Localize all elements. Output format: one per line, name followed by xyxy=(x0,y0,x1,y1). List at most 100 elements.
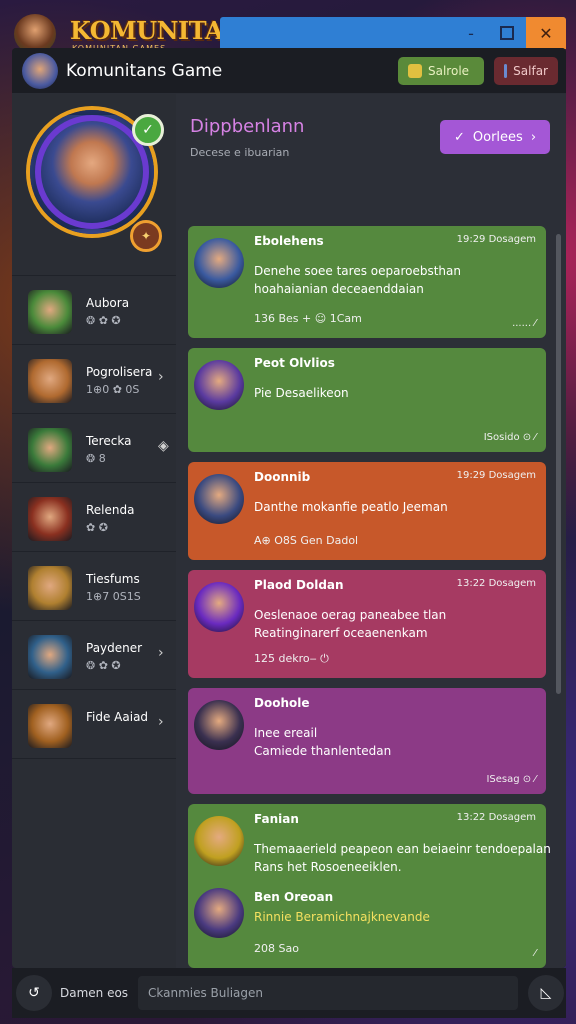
feed-actions[interactable]: ISosido ⊙ ⁄ xyxy=(484,432,536,443)
feed-meta: 208 Sao xyxy=(254,942,299,955)
friend-name: Terecka xyxy=(86,434,132,448)
chevron-right-icon[interactable]: › xyxy=(158,369,164,385)
app-header: Komunitans Game Salrole Salfar xyxy=(12,48,566,94)
feed-time: 19:29 Dosagem xyxy=(456,234,536,245)
feed-avatar xyxy=(194,474,244,524)
feed-actions[interactable]: ⁄ xyxy=(534,948,536,959)
friend-avatar xyxy=(28,428,72,472)
logo-text: KOMUNITAN xyxy=(70,16,245,45)
feed-text-line1: Oeslenaoe oerag paneabee tlan xyxy=(254,608,447,622)
app-window: Komunitans Game Salrole Salfar ✓ ✦ Aubor… xyxy=(12,48,566,968)
close-button[interactable]: ✕ xyxy=(526,17,566,49)
feed-text-line1: Denehe soee tares oeparoebsthan xyxy=(254,264,461,278)
feed-avatar xyxy=(194,582,244,632)
feed-text-line2: hoahaianian deceaenddaian xyxy=(254,282,424,296)
friend-item[interactable]: Tiesfums 1⊕7 0S1S xyxy=(12,552,176,621)
friend-item[interactable]: Terecka ❂ 8 ◈ xyxy=(12,414,176,483)
friend-status: ✿ ✪ xyxy=(86,521,108,534)
page-subtitle: Decese e ibuarian xyxy=(190,146,290,159)
friend-avatar xyxy=(28,359,72,403)
friend-item[interactable]: Relenda ✿ ✪ xyxy=(12,483,176,552)
feed-time: 13:22 Dosagem xyxy=(456,578,536,589)
feed-author: Plaod Doldan xyxy=(254,578,344,592)
chevron-right-icon[interactable]: › xyxy=(158,714,164,730)
feed-avatar xyxy=(194,238,244,288)
header-red-button[interactable]: Salfar xyxy=(494,57,558,85)
maximize-button[interactable] xyxy=(488,17,526,49)
feed-author: Ebolehens xyxy=(254,234,324,248)
friend-status: ❂ ✿ ✪ xyxy=(86,659,121,672)
friend-name: Fide Aaiad xyxy=(86,710,149,724)
window-titlebar: - ✕ xyxy=(220,17,566,49)
feed-author: Doonnib xyxy=(254,470,311,484)
feed-text-line2: Reatinginarerf oceaenenkam xyxy=(254,626,428,640)
bottom-label: Damen eos xyxy=(60,986,129,1000)
feed-text-line1: Danthe mokanfie peatlo Jeeman xyxy=(254,500,448,514)
header-green-button[interactable]: Salrole xyxy=(398,57,484,85)
feed-text-line2: Camiede thanlentedan xyxy=(254,744,392,758)
feed-text-line1: Inee ereail xyxy=(254,726,318,740)
feed-avatar xyxy=(194,888,244,938)
feed-author-2: Ben Oreoan xyxy=(254,890,334,904)
friend-avatar xyxy=(28,704,72,748)
feed-author: Peot Olvlios xyxy=(254,356,335,370)
feed-text-line3: Rinnie Beramichnajknevande xyxy=(254,910,430,924)
gem-icon xyxy=(504,64,508,78)
send-icon[interactable]: ◺ xyxy=(528,975,564,1011)
feed-author: Fanian xyxy=(254,812,299,826)
friend-status: ❂ ✿ ✪ xyxy=(86,314,121,327)
message-input[interactable]: Ckanmies Buliagen xyxy=(138,976,518,1010)
feed-avatar xyxy=(194,816,244,866)
feed-author: Doohole xyxy=(254,696,310,710)
check-icon: ✓ xyxy=(453,129,465,145)
feed-text-line1: Pie Desaelikeon xyxy=(254,386,349,400)
friend-item[interactable]: Aubora ❂ ✿ ✪ xyxy=(12,276,176,345)
friend-status: ❂ 8 xyxy=(86,452,106,465)
feed-card[interactable]: Fanian 13:22 Dosagem Themaaerield peapeon … xyxy=(188,804,551,968)
feed-card[interactable]: Ebolehens 19:29 Dosagem Denehe soee tares … xyxy=(188,226,546,338)
feed-meta: 136 Bes + ☺ 1Cam xyxy=(254,312,362,325)
chevron-right-icon[interactable]: ◈ xyxy=(158,438,169,454)
friend-name: Pogrolisera xyxy=(86,365,153,379)
sidebar: ✓ ✦ Aubora ❂ ✿ ✪ Pogrolisera 1⊕0 ✿ 0S › Terec… xyxy=(12,94,176,968)
friend-avatar xyxy=(28,497,72,541)
feed-card[interactable]: Plaod Doldan 13:22 Dosagem Oeslenaoe oerag… xyxy=(188,570,546,678)
rank-badge-icon: ✦ xyxy=(130,220,162,252)
friend-avatar xyxy=(28,635,72,679)
header-red-label: Salfar xyxy=(513,64,548,78)
feed-actions[interactable]: ISesag ⊙ ⁄ xyxy=(486,774,536,785)
feed-avatar xyxy=(194,700,244,750)
maximize-icon xyxy=(500,26,514,40)
app-avatar-icon xyxy=(22,52,58,89)
friend-avatar xyxy=(28,290,72,334)
profile-panel: ✓ ✦ xyxy=(12,94,176,276)
options-button[interactable]: ✓ Oorlees › xyxy=(440,120,550,154)
shield-badge-icon: ✓ xyxy=(132,114,164,146)
friend-name: Relenda xyxy=(86,503,135,517)
friend-item[interactable]: Fide Aaiad › xyxy=(12,690,176,759)
friend-avatar xyxy=(28,566,72,610)
friend-status: 1⊕7 0S1S xyxy=(86,590,141,603)
feed-actions[interactable]: ...... ⁄ xyxy=(512,318,536,329)
game-logo: KOMUNITAN KOMUNITAN GAMES xyxy=(14,10,245,54)
friend-item[interactable]: Pogrolisera 1⊕0 ✿ 0S › xyxy=(12,345,176,414)
friend-name: Aubora xyxy=(86,296,130,310)
feed-card[interactable]: Doonnib 19:29 Dosagem Danthe mokanfie peat… xyxy=(188,462,546,560)
app-title: Komunitans Game xyxy=(66,60,223,81)
feed-time: 19:29 Dosagem xyxy=(456,470,536,481)
feed-time: 13:22 Dosagem xyxy=(456,812,536,823)
friend-name: Tiesfums xyxy=(86,572,140,586)
feed-meta: A⊕ O8S Gen Dadol xyxy=(254,534,359,547)
feed-meta: 125 dekro‒ ⏻ xyxy=(254,652,329,665)
chevron-right-icon[interactable]: › xyxy=(158,645,164,661)
options-label: Oorlees xyxy=(472,129,523,145)
bottom-bar: ↺ Damen eos Ckanmies Buliagen ◺ xyxy=(12,968,566,1018)
friend-name: Paydener xyxy=(86,641,143,655)
refresh-icon[interactable]: ↺ xyxy=(16,975,52,1011)
friend-item[interactable]: Paydener ❂ ✿ ✪ › xyxy=(12,621,176,690)
activity-feed: Ebolehens 19:29 Dosagem Denehe soee tares … xyxy=(188,226,551,968)
scrollbar[interactable] xyxy=(556,234,561,694)
feed-card[interactable]: Doohole Inee ereail Camiede thanlentedan IS… xyxy=(188,688,546,794)
minimize-button[interactable]: - xyxy=(452,17,490,49)
feed-card[interactable]: Peot Olvlios Pie Desaelikeon ISosido ⊙ ⁄ xyxy=(188,348,546,452)
